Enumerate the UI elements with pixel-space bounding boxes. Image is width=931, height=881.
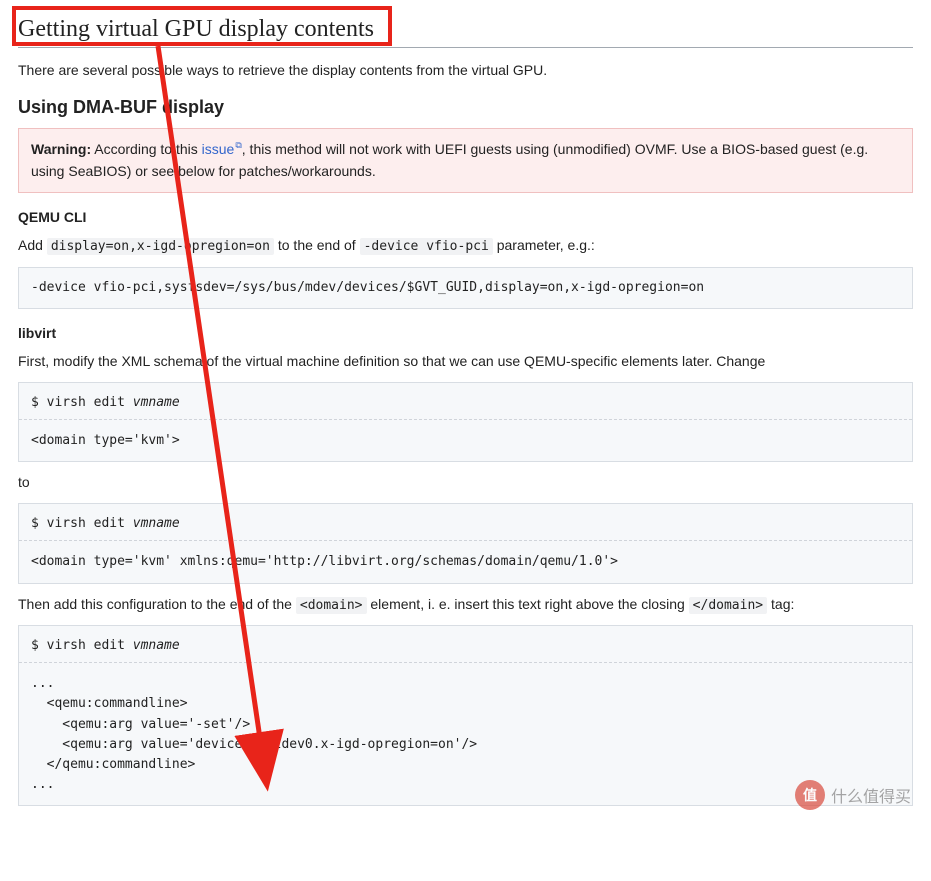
libvirt-heading: libvirt bbox=[18, 325, 913, 341]
text: parameter, e.g.: bbox=[493, 237, 595, 253]
qemu-cli-heading: QEMU CLI bbox=[18, 209, 913, 225]
text: tag: bbox=[767, 596, 794, 612]
dmabuf-heading: Using DMA-BUF display bbox=[18, 97, 913, 118]
qemu-add-paragraph: Add display=on,x-igd-opregion=on to the … bbox=[18, 235, 913, 257]
code-block: $ virsh edit vmname<domain type='kvm'> bbox=[18, 382, 913, 462]
warning-text-pre: According to this bbox=[91, 141, 202, 157]
libvirt-para1: First, modify the XML schema of the virt… bbox=[18, 351, 913, 372]
warning-box: Warning: According to this issue⧉, this … bbox=[18, 128, 913, 193]
libvirt-para2: Then add this configuration to the end o… bbox=[18, 594, 913, 616]
watermark-badge-icon: 值 bbox=[795, 780, 825, 810]
inline-code: <domain> bbox=[296, 597, 367, 614]
code-block: -device vfio-pci,sysfsdev=/sys/bus/mdev/… bbox=[18, 267, 913, 309]
to-text: to bbox=[18, 472, 913, 493]
code-block: $ virsh edit vmname... <qemu:commandline… bbox=[18, 625, 913, 806]
inline-code: </domain> bbox=[689, 597, 767, 614]
issue-link[interactable]: issue bbox=[202, 141, 235, 157]
text: Add bbox=[18, 237, 47, 253]
page-heading: Getting virtual GPU display contents bbox=[18, 16, 913, 48]
watermark-text: 什么值得买 bbox=[831, 783, 911, 807]
inline-code: -device vfio-pci bbox=[360, 238, 493, 255]
code-block: $ virsh edit vmname<domain type='kvm' xm… bbox=[18, 503, 913, 583]
intro-paragraph: There are several possible ways to retri… bbox=[18, 60, 913, 81]
warning-label: Warning: bbox=[31, 141, 91, 157]
text: Then add this configuration to the end o… bbox=[18, 596, 296, 612]
inline-code: display=on,x-igd-opregion=on bbox=[47, 238, 274, 255]
text: element, i. e. insert this text right ab… bbox=[367, 596, 689, 612]
watermark: 值 什么值得买 bbox=[795, 780, 911, 810]
text: to the end of bbox=[274, 237, 360, 253]
